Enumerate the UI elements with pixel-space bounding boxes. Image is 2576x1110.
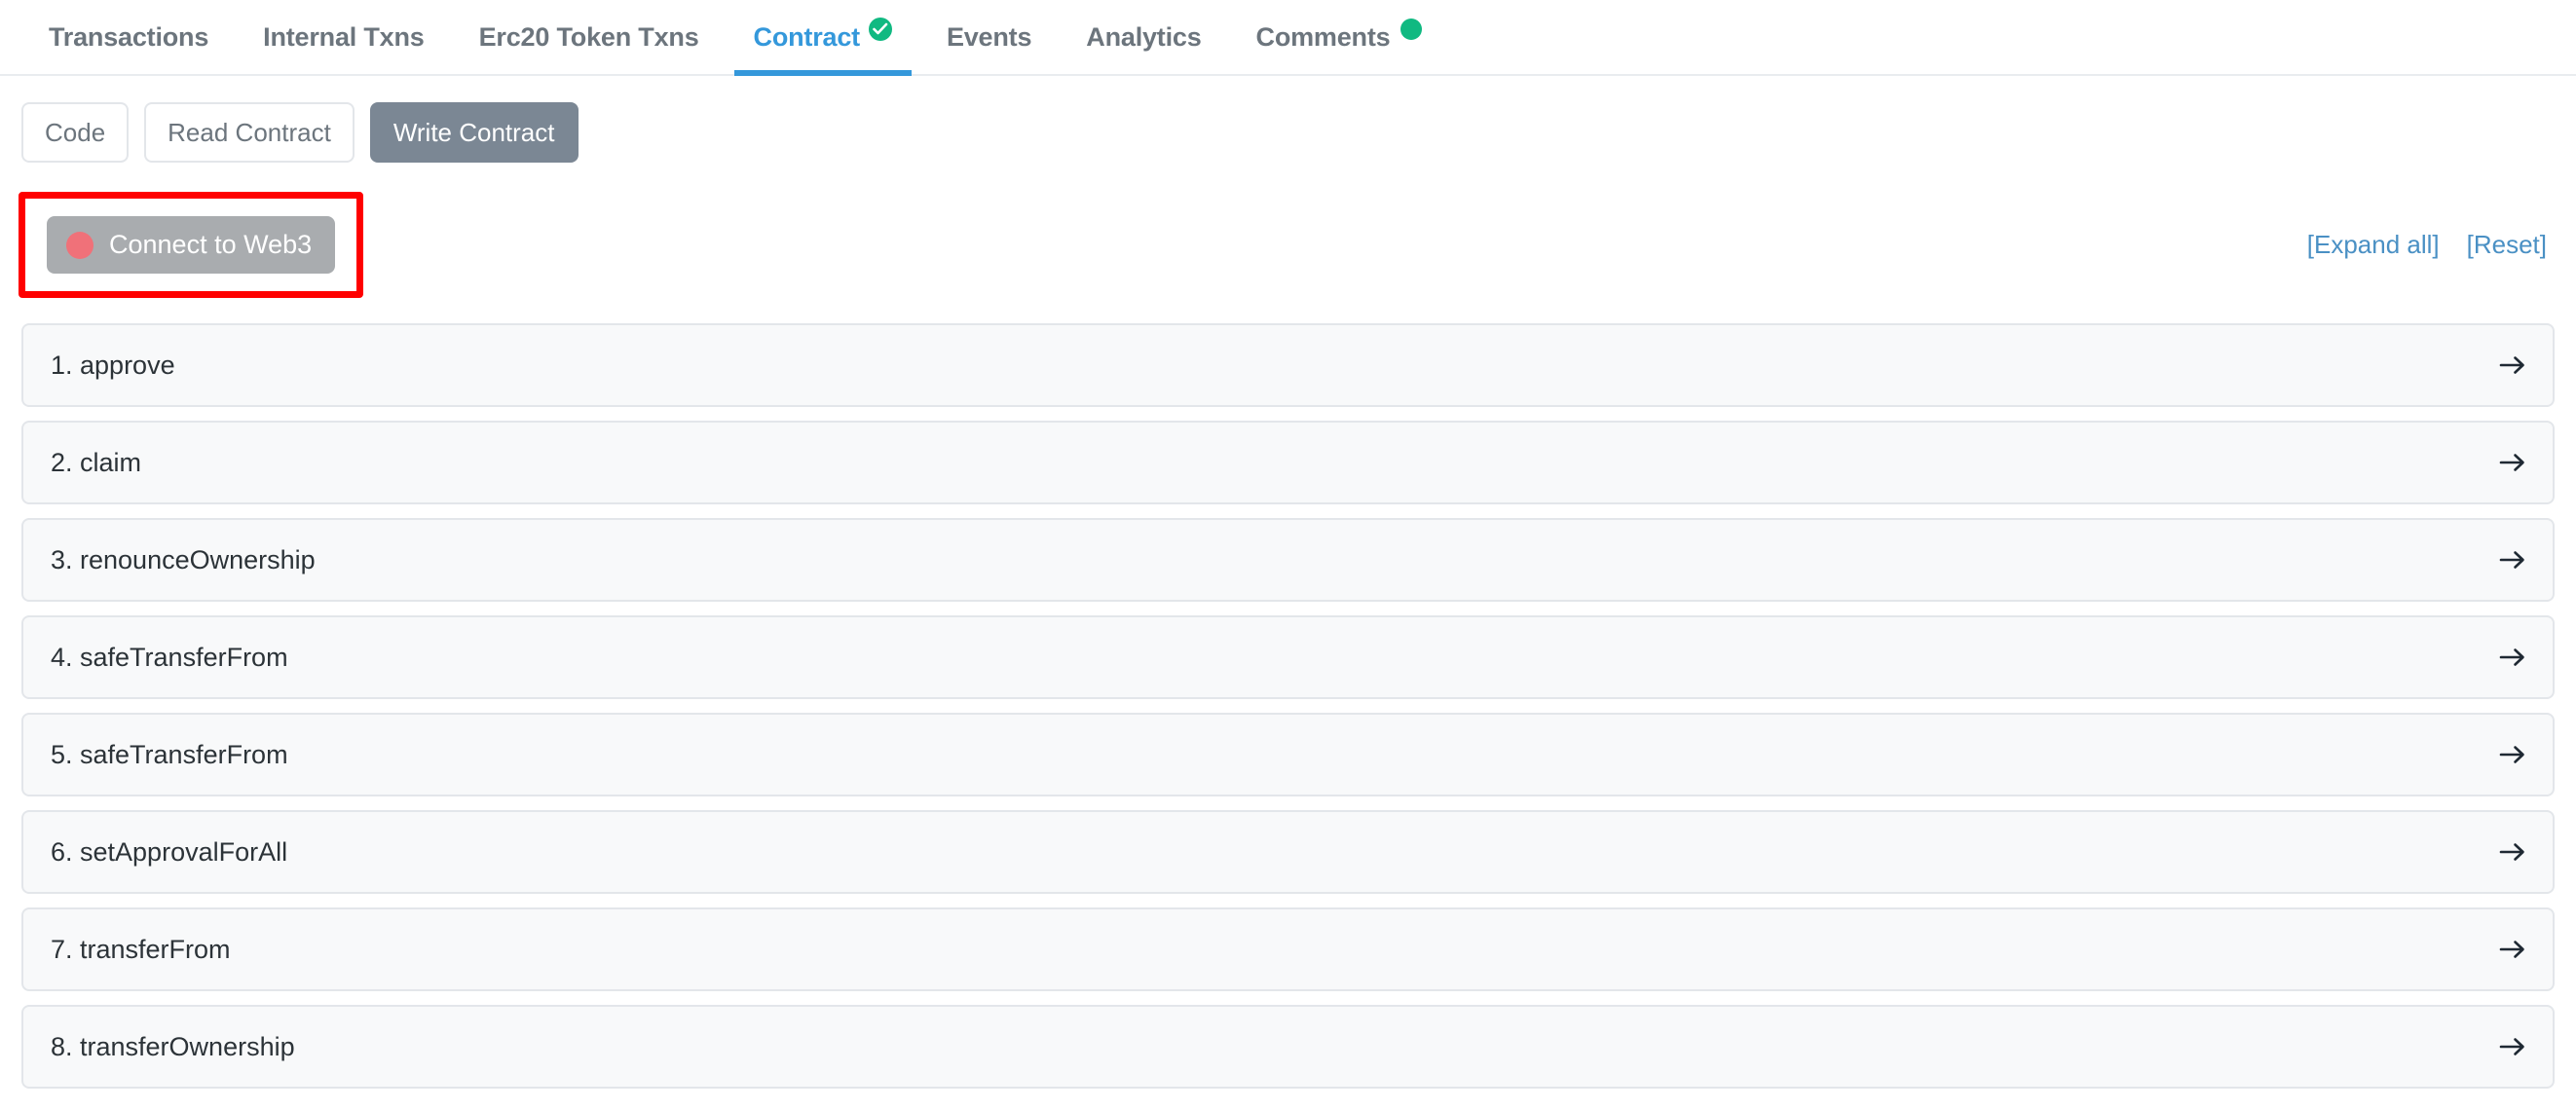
reset-link[interactable]: [Reset] bbox=[2467, 230, 2547, 260]
tab-internal-txns[interactable]: Internal Txns bbox=[236, 0, 451, 74]
tab-label: Events bbox=[947, 22, 1031, 53]
function-name: 4. safeTransferFrom bbox=[51, 643, 288, 673]
function-name: 7. transferFrom bbox=[51, 935, 231, 965]
function-name: 1. approve bbox=[51, 351, 175, 381]
tab-analytics[interactable]: Analytics bbox=[1059, 0, 1228, 74]
function-row-safe-transfer-from-5[interactable]: 5. safeTransferFrom bbox=[21, 713, 2555, 796]
arrow-right-icon[interactable] bbox=[2498, 451, 2527, 474]
arrow-right-icon[interactable] bbox=[2498, 548, 2527, 572]
expand-all-link[interactable]: [Expand all] bbox=[2307, 230, 2440, 260]
function-name: 6. setApprovalForAll bbox=[51, 837, 287, 868]
code-button[interactable]: Code bbox=[21, 102, 129, 163]
tab-label: Analytics bbox=[1086, 22, 1201, 53]
arrow-right-icon[interactable] bbox=[2498, 1035, 2527, 1058]
list-action-links: [Expand all] [Reset] bbox=[2307, 230, 2547, 260]
arrow-right-icon[interactable] bbox=[2498, 743, 2527, 766]
contract-mode-button-group: Code Read Contract Write Contract bbox=[0, 76, 2576, 163]
function-row-set-approval-for-all[interactable]: 6. setApprovalForAll bbox=[21, 810, 2555, 894]
arrow-right-icon[interactable] bbox=[2498, 646, 2527, 669]
arrow-right-icon[interactable] bbox=[2498, 938, 2527, 961]
tab-contract[interactable]: Contract bbox=[727, 0, 919, 74]
function-name: 3. renounceOwnership bbox=[51, 545, 316, 575]
tab-comments[interactable]: Comments bbox=[1229, 0, 1450, 74]
connect-highlight-annotation: Connect to Web3 bbox=[19, 192, 363, 298]
arrow-right-icon[interactable] bbox=[2498, 353, 2527, 377]
tab-erc20-token-txns[interactable]: Erc20 Token Txns bbox=[452, 0, 727, 74]
read-contract-button[interactable]: Read Contract bbox=[144, 102, 355, 163]
write-function-list: 1. approve 2. claim 3. renounceOwnership… bbox=[21, 323, 2555, 1089]
function-row-transfer-from[interactable]: 7. transferFrom bbox=[21, 907, 2555, 991]
tab-label: Erc20 Token Txns bbox=[479, 22, 699, 53]
tab-label: Transactions bbox=[49, 22, 208, 53]
comments-dot-icon bbox=[1400, 18, 1422, 40]
primary-tab-bar: Transactions Internal Txns Erc20 Token T… bbox=[0, 0, 2576, 76]
function-row-transfer-ownership[interactable]: 8. transferOwnership bbox=[21, 1005, 2555, 1089]
tab-label: Comments bbox=[1256, 22, 1391, 53]
function-name: 5. safeTransferFrom bbox=[51, 740, 288, 770]
function-row-safe-transfer-from-4[interactable]: 4. safeTransferFrom bbox=[21, 615, 2555, 699]
connect-row: Connect to Web3 [Expand all] [Reset] bbox=[0, 192, 2576, 298]
tab-label: Contract bbox=[754, 22, 860, 53]
function-row-approve[interactable]: 1. approve bbox=[21, 323, 2555, 407]
tab-transactions[interactable]: Transactions bbox=[21, 0, 236, 74]
function-row-renounce-ownership[interactable]: 3. renounceOwnership bbox=[21, 518, 2555, 602]
tab-label: Internal Txns bbox=[263, 22, 424, 53]
function-row-claim[interactable]: 2. claim bbox=[21, 421, 2555, 504]
function-name: 8. transferOwnership bbox=[51, 1032, 295, 1062]
arrow-right-icon[interactable] bbox=[2498, 840, 2527, 864]
write-contract-button[interactable]: Write Contract bbox=[370, 102, 579, 163]
web3-status-dot-icon bbox=[66, 232, 93, 259]
tab-events[interactable]: Events bbox=[919, 0, 1059, 74]
function-name: 2. claim bbox=[51, 448, 141, 478]
connect-to-web3-button[interactable]: Connect to Web3 bbox=[47, 216, 335, 274]
connect-button-label: Connect to Web3 bbox=[109, 230, 312, 260]
verified-check-icon bbox=[869, 18, 892, 41]
